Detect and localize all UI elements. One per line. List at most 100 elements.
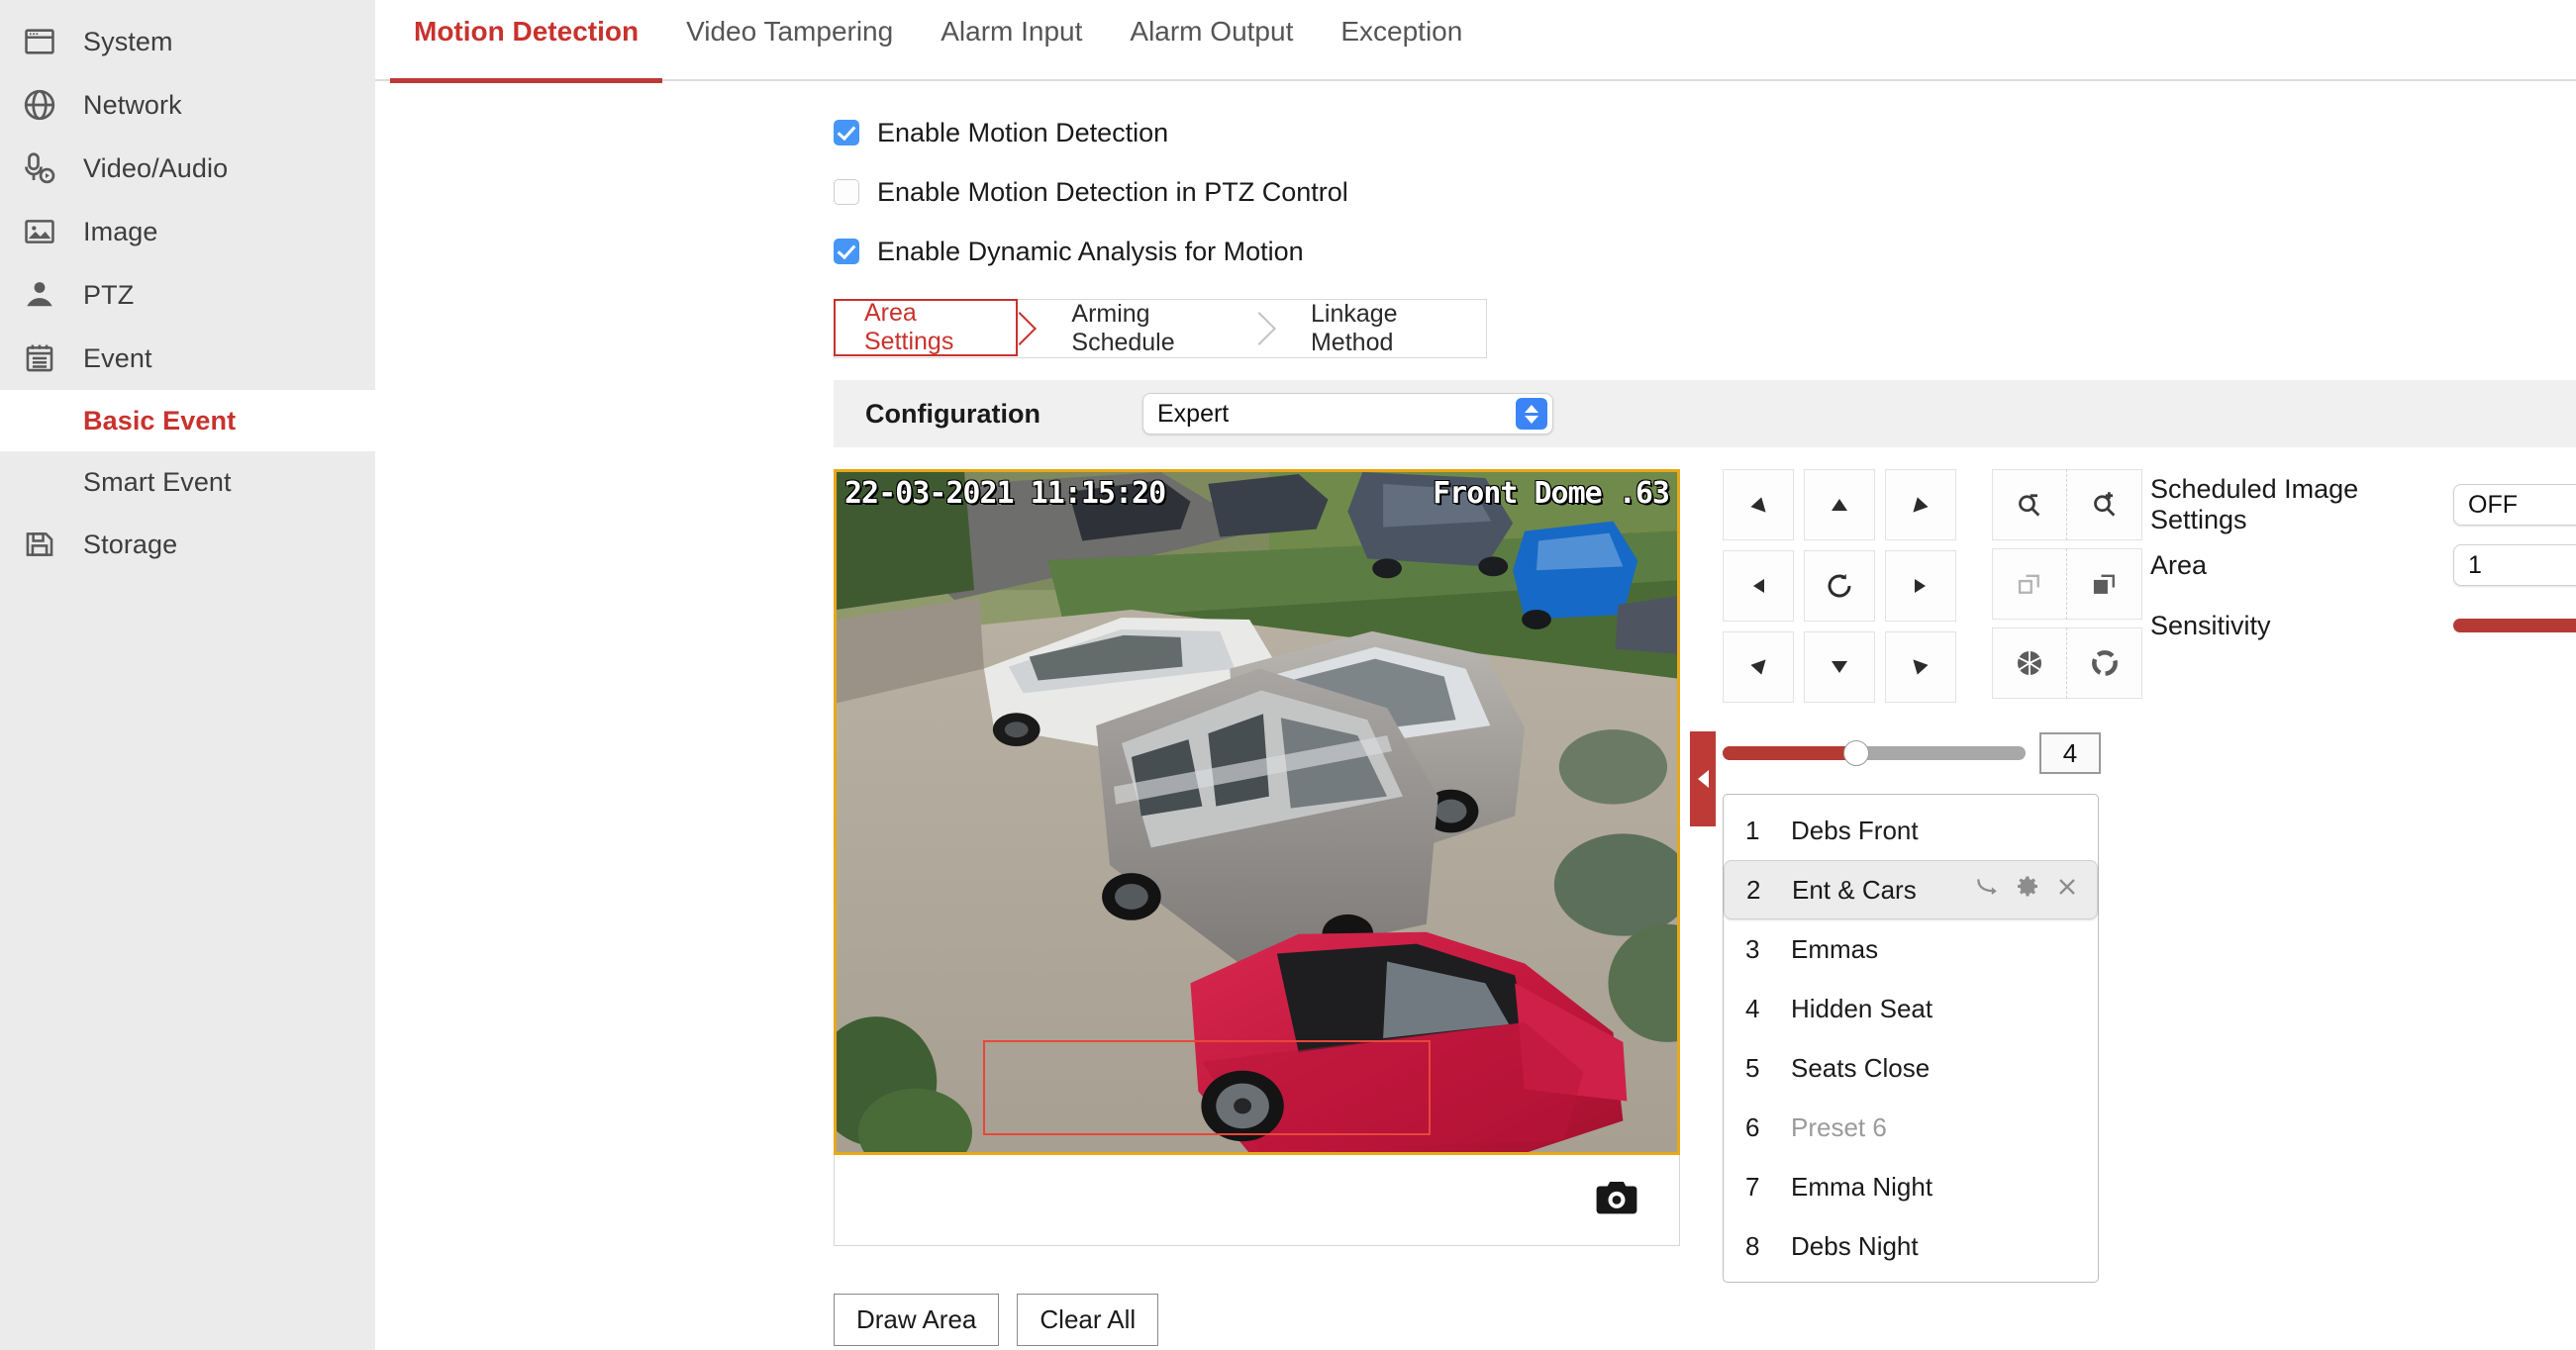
ptz-speed-slider[interactable] <box>1723 746 2026 760</box>
preset-row[interactable]: 3 Emmas <box>1724 919 2098 979</box>
video-osd: 22-03-2021 11:15:20 Front Dome .63 <box>844 476 1669 511</box>
step-linkage-method[interactable]: Linkage Method <box>1281 300 1486 357</box>
sidebar-item-system[interactable]: System <box>0 10 375 73</box>
preset-row[interactable]: 7 Emma Night <box>1724 1157 2098 1216</box>
ptz-up-left-button[interactable] <box>1723 469 1794 540</box>
preset-row[interactable]: 8 Debs Night <box>1724 1216 2098 1276</box>
camera-icon[interactable] <box>1596 1181 1637 1219</box>
ptz-down-right-button[interactable] <box>1885 631 1956 703</box>
tab-label: Alarm Input <box>941 16 1082 47</box>
iris-open-button[interactable] <box>2067 627 2142 699</box>
iris-close-icon <box>2014 647 2045 679</box>
ptz-speed-slider-knob[interactable] <box>1843 740 1869 766</box>
video-column: 22-03-2021 11:15:20 Front Dome .63 <box>834 469 1680 1346</box>
iris-close-button[interactable] <box>1992 627 2067 699</box>
step-divider-icon <box>1257 300 1281 357</box>
focus-far-icon <box>2091 570 2119 598</box>
arrow-right-icon <box>1909 574 1932 598</box>
picture-icon <box>14 215 65 248</box>
ptz-left-button[interactable] <box>1723 550 1794 622</box>
sidebar-subitem-label: Smart Event <box>83 467 232 498</box>
ptz-direction-pad <box>1723 469 1956 703</box>
step-label: Arming Schedule <box>1071 300 1232 357</box>
calendar-icon <box>14 341 65 375</box>
ptz-up-button[interactable] <box>1804 469 1875 540</box>
goto-preset-icon[interactable] <box>1974 876 2000 905</box>
tab-motion-detection[interactable]: Motion Detection <box>390 0 662 81</box>
arrow-down-icon <box>1828 655 1851 679</box>
sidebar-item-label: Network <box>83 90 182 121</box>
sidebar-item-image[interactable]: Image <box>0 200 375 263</box>
sidebar-item-smart-event[interactable]: Smart Event <box>0 451 375 513</box>
ptz-down-left-button[interactable] <box>1723 631 1794 703</box>
collapse-panel-button[interactable] <box>1690 731 1716 826</box>
sidebar-item-label: Event <box>83 343 152 374</box>
enable-dynamic-analysis-checkbox[interactable] <box>834 239 859 264</box>
ptz-auto-scan-button[interactable] <box>1804 550 1875 622</box>
sidebar-item-label: Image <box>83 217 158 247</box>
ptz-speed-value[interactable]: 4 <box>2039 732 2101 774</box>
focus-row <box>1992 548 2142 620</box>
scheduled-image-settings-select[interactable]: OFF <box>2453 484 2576 526</box>
tab-alarm-input[interactable]: Alarm Input <box>917 0 1106 81</box>
focus-near-button[interactable] <box>1992 548 2067 620</box>
area-select[interactable]: 1 <box>2453 544 2576 586</box>
sidebar-subitem-label: Basic Event <box>83 406 236 436</box>
motion-detection-area-rect[interactable] <box>983 1040 1431 1135</box>
sensitivity-row: Sensitivity 51 <box>2150 596 2576 655</box>
step-arming-schedule[interactable]: Arming Schedule <box>1041 300 1257 357</box>
sidebar: System Network <box>0 0 375 1350</box>
enable-motion-detection-row[interactable]: Enable Motion Detection <box>834 103 2576 162</box>
ptz-right-button[interactable] <box>1885 550 1956 622</box>
focus-far-button[interactable] <box>2067 548 2142 620</box>
preset-row[interactable]: 2 Ent & Cars <box>1724 860 2098 919</box>
sidebar-item-label: Storage <box>83 530 177 560</box>
preset-number: 3 <box>1745 934 1791 965</box>
area-settings-workspace: 22-03-2021 11:15:20 Front Dome .63 <box>834 469 2576 1346</box>
set-preset-icon[interactable] <box>2016 875 2039 906</box>
preset-row[interactable]: 1 Debs Front <box>1724 801 2098 860</box>
enable-motion-detection-ptz-checkbox[interactable] <box>834 179 859 205</box>
arrow-down-left-icon <box>1745 654 1771 680</box>
zoom-out-icon <box>2015 490 2044 520</box>
ptz-down-button[interactable] <box>1804 631 1875 703</box>
arrow-left-icon <box>1746 574 1770 598</box>
sidebar-item-label: Video/Audio <box>83 153 228 184</box>
live-video-preview[interactable]: 22-03-2021 11:15:20 Front Dome .63 <box>834 469 1680 1155</box>
sensitivity-slider[interactable] <box>2453 619 2576 632</box>
enable-motion-detection-checkbox[interactable] <box>834 120 859 145</box>
preset-row[interactable]: 5 Seats Close <box>1724 1038 2098 1098</box>
sidebar-item-storage[interactable]: Storage <box>0 513 375 576</box>
sidebar-item-network[interactable]: Network <box>0 73 375 137</box>
enable-motion-detection-ptz-row[interactable]: Enable Motion Detection in PTZ Control <box>834 162 2576 222</box>
window-icon <box>14 25 65 58</box>
delete-preset-icon[interactable] <box>2055 875 2079 906</box>
sidebar-item-ptz[interactable]: PTZ <box>0 263 375 327</box>
enable-dynamic-analysis-row[interactable]: Enable Dynamic Analysis for Motion <box>834 222 2576 281</box>
step-area-settings[interactable]: Area Settings <box>834 299 1018 356</box>
draw-area-button[interactable]: Draw Area <box>834 1294 999 1346</box>
preset-number: 4 <box>1745 994 1791 1024</box>
configuration-label: Configuration <box>865 399 1142 430</box>
preset-number: 5 <box>1745 1053 1791 1084</box>
tab-video-tampering[interactable]: Video Tampering <box>662 0 917 81</box>
enable-dynamic-analysis-label: Enable Dynamic Analysis for Motion <box>877 237 1304 267</box>
event-tabbar: Motion Detection Video Tampering Alarm I… <box>375 0 2576 81</box>
sidebar-item-video-audio[interactable]: Video/Audio <box>0 137 375 200</box>
tab-alarm-output[interactable]: Alarm Output <box>1106 0 1317 81</box>
chevron-updown-icon[interactable] <box>1516 398 1547 430</box>
zoom-in-button[interactable] <box>2067 469 2142 540</box>
preset-name: Preset 6 <box>1791 1112 2080 1143</box>
clear-all-button[interactable]: Clear All <box>1017 1294 1158 1346</box>
enable-motion-detection-label: Enable Motion Detection <box>877 118 1168 148</box>
configuration-select[interactable]: Expert <box>1142 393 1553 434</box>
zoom-out-button[interactable] <box>1992 469 2067 540</box>
preset-name: Hidden Seat <box>1791 994 2080 1024</box>
preset-row[interactable]: 4 Hidden Seat <box>1724 979 2098 1038</box>
sidebar-item-event[interactable]: Event <box>0 327 375 390</box>
tab-exception[interactable]: Exception <box>1317 0 1486 81</box>
ptz-up-right-button[interactable] <box>1885 469 1956 540</box>
sidebar-item-basic-event[interactable]: Basic Event <box>0 390 375 451</box>
ptz-zoom-focus-iris <box>1992 469 2142 703</box>
preset-row[interactable]: 6 Preset 6 <box>1724 1098 2098 1157</box>
